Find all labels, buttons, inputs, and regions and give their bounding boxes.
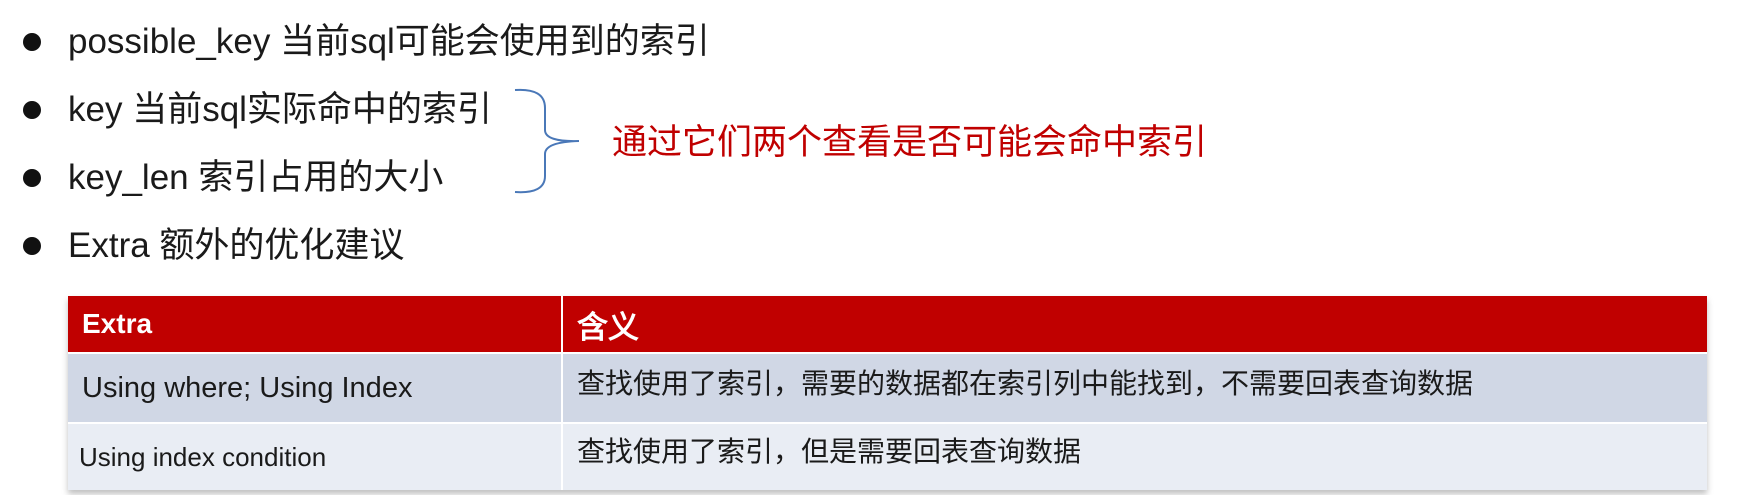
bullet-dot bbox=[23, 101, 41, 119]
brace-note: 通过它们两个查看是否可能会命中索引 bbox=[612, 123, 1208, 162]
table-cell-extra: Using where; Using Index bbox=[68, 352, 563, 423]
bullet-text: key_len 索引占用的大小 bbox=[68, 158, 444, 197]
bullet-text: key 当前sql实际命中的索引 bbox=[68, 90, 492, 129]
table-cell-meaning: 查找使用了索引，但是需要回表查询数据 bbox=[562, 422, 1707, 490]
table-header-row: Extra 含义 bbox=[68, 296, 1707, 353]
bullet-text: possible_key 当前sql可能会使用到的索引 bbox=[68, 22, 710, 61]
bullet-dot bbox=[23, 33, 41, 51]
extra-table: Extra 含义 Using where; Using Index 查找使用了索… bbox=[68, 296, 1707, 490]
table-cell-extra: Using index condition bbox=[68, 422, 563, 490]
table-cell-meaning: 查找使用了索引，需要的数据都在索引列中能找到，不需要回表查询数据 bbox=[562, 352, 1707, 423]
table-row: Using index condition 查找使用了索引，但是需要回表查询数据 bbox=[68, 422, 1707, 490]
table-row: Using where; Using Index 查找使用了索引，需要的数据都在… bbox=[68, 352, 1707, 423]
bullet-dot bbox=[23, 169, 41, 187]
bullet-text: Extra 额外的优化建议 bbox=[68, 226, 405, 265]
column-header-extra: Extra bbox=[68, 296, 563, 353]
bullet-dot bbox=[23, 237, 41, 255]
curly-brace-icon bbox=[514, 88, 580, 194]
column-header-meaning: 含义 bbox=[562, 296, 1707, 353]
